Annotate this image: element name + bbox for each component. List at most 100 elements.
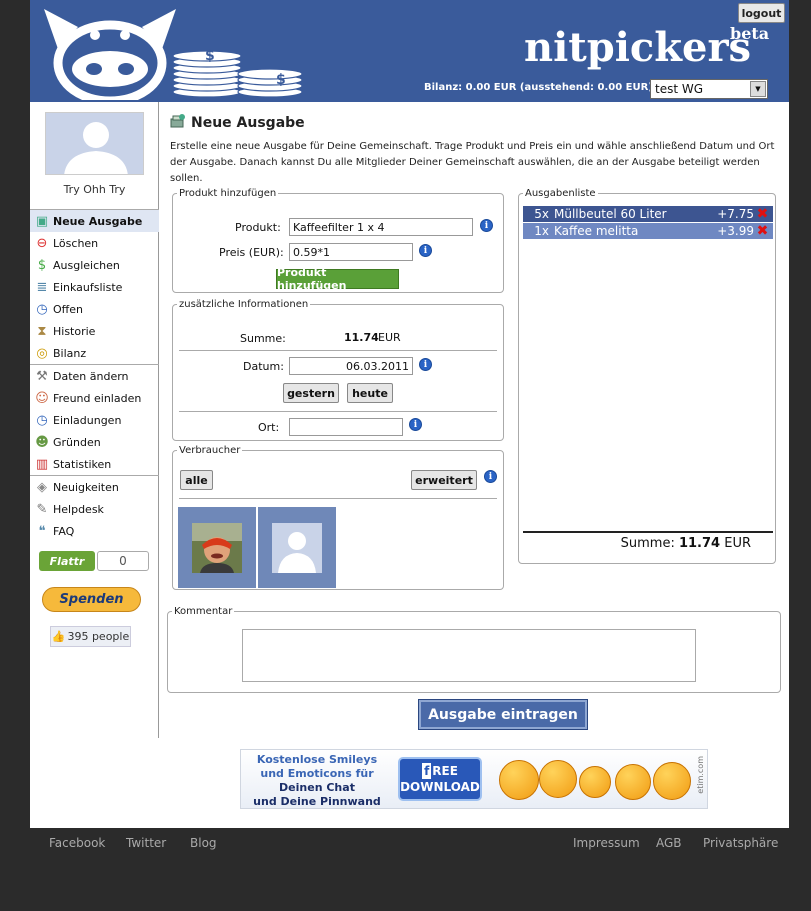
sidebar-item-einkaufsliste[interactable]: ≣ Einkaufsliste xyxy=(30,276,159,298)
banner-text: Kostenlose Smileys und Emoticons für Dei… xyxy=(247,753,387,808)
product-input[interactable]: Kaffeefilter 1 x 4 xyxy=(289,218,473,236)
price-label: Preis (EUR): xyxy=(219,246,284,259)
expense-row[interactable]: 5x Müllbeutel 60 Liter +7.75 ✖ xyxy=(523,206,773,222)
submit-expense-button[interactable]: Ausgabe eintragen xyxy=(418,699,588,730)
sidebar-item-label: Daten ändern xyxy=(53,369,129,383)
comment-legend: Kommentar xyxy=(174,606,233,617)
sidebar-item-statistiken[interactable]: ▥ Statistiken xyxy=(30,453,159,475)
sidebar-group: ◈ Neuigkeiten ✎ Helpdesk ❝ FAQ xyxy=(30,475,159,542)
sidebar-item-helpdesk[interactable]: ✎ Helpdesk xyxy=(30,498,159,520)
price-input[interactable]: 0.59*1 xyxy=(289,243,413,261)
smiley-ad-banner[interactable]: Kostenlose Smileys und Emoticons für Dei… xyxy=(240,749,708,809)
member-photo xyxy=(192,522,242,573)
sidebar-item-bilanz[interactable]: ◎ Bilanz xyxy=(30,342,159,364)
sum-value: 11.74 xyxy=(344,331,379,344)
expense-name: Müllbeutel 60 Liter xyxy=(554,207,667,221)
sidebar-item-label: Statistiken xyxy=(53,457,112,471)
wg-select[interactable]: test WG ▼ xyxy=(650,79,768,99)
yesterday-button[interactable]: gestern xyxy=(283,383,339,403)
username: Try Ohh Try xyxy=(63,183,126,196)
sidebar-item-freund-einladen[interactable]: ☺ Freund einladen xyxy=(30,387,159,409)
expense-amount: +3.99 xyxy=(717,224,754,238)
info-icon[interactable]: i xyxy=(419,244,432,257)
date-label: Datum: xyxy=(243,360,284,373)
date-input[interactable]: 06.03.2011 xyxy=(289,357,413,375)
comment-textarea[interactable] xyxy=(242,629,696,682)
info-icon[interactable]: i xyxy=(409,418,422,431)
banner-line: Deinen Chat xyxy=(279,781,355,794)
banner-line: Kostenlose Smileys xyxy=(256,753,378,766)
clock-icon: ◷ xyxy=(36,412,48,428)
info-icon[interactable]: i xyxy=(419,358,432,371)
sidebar: Try Ohh Try ▣ Neue Ausgabe ⊖ Löschen $ Ausgle… xyxy=(30,102,159,738)
facebook-like[interactable]: 👍 395 people xyxy=(50,626,131,647)
smiley-icon xyxy=(539,760,577,798)
smiley-icon xyxy=(653,762,691,800)
sidebar-item-daten-ändern[interactable]: ⚒ Daten ändern xyxy=(30,365,159,387)
footer-link-blog[interactable]: Blog xyxy=(190,836,217,850)
divider xyxy=(523,531,773,533)
sidebar-item-löschen[interactable]: ⊖ Löschen xyxy=(30,232,159,254)
banner-f: f xyxy=(422,763,432,779)
select-all-button[interactable]: alle xyxy=(180,470,213,490)
product-legend: Produkt hinzufügen xyxy=(179,188,277,199)
footer-link-facebook[interactable]: Facebook xyxy=(49,836,105,850)
expense-sum-value: 11.74 xyxy=(678,536,721,551)
sidebar-item-gründen[interactable]: ☻ Gründen xyxy=(30,431,159,453)
sidebar-item-label: Helpdesk xyxy=(53,502,104,516)
sidebar-item-neuigkeiten[interactable]: ◈ Neuigkeiten xyxy=(30,476,159,498)
info-icon[interactable]: i xyxy=(484,470,497,483)
divider xyxy=(179,411,497,412)
expense-list-sum: Summe: 11.74 EUR xyxy=(523,536,751,551)
wrench-icon: ⚒ xyxy=(36,368,48,384)
member-tile[interactable] xyxy=(178,507,256,588)
donate-button[interactable]: Spenden xyxy=(42,587,141,612)
avatar[interactable] xyxy=(45,112,144,175)
default-user-icon xyxy=(272,522,322,573)
sidebar-item-label: Bilanz xyxy=(53,346,87,360)
footer-link-impressum[interactable]: Impressum xyxy=(573,836,640,850)
beta-label: beta xyxy=(730,24,770,43)
member-tile[interactable] xyxy=(258,507,336,588)
sidebar-item-neue-ausgabe[interactable]: ▣ Neue Ausgabe xyxy=(30,210,159,232)
footer-link-agb[interactable]: AGB xyxy=(656,836,682,850)
thumbs-up-icon: 👍 xyxy=(51,630,66,643)
banner-free: REE xyxy=(432,764,458,778)
sidebar-item-label: Löschen xyxy=(53,236,99,250)
logout-button[interactable]: logout xyxy=(738,3,785,23)
sidebar-item-historie[interactable]: ⧗ Historie xyxy=(30,320,159,342)
info-icon[interactable]: i xyxy=(480,219,493,232)
flattr-button[interactable]: Flattr xyxy=(39,551,95,571)
chevron-down-icon[interactable]: ▼ xyxy=(750,81,766,97)
sidebar-item-einladungen[interactable]: ◷ Einladungen xyxy=(30,409,159,431)
sidebar-item-ausgleichen[interactable]: $ Ausgleichen xyxy=(30,254,159,276)
svg-text:$: $ xyxy=(205,48,215,64)
sidebar-item-label: Ausgleichen xyxy=(53,258,120,272)
extended-button[interactable]: erweitert xyxy=(411,470,477,490)
footer-link-privacy[interactable]: Privatsphäre xyxy=(703,836,778,850)
remove-icon[interactable]: ✖ xyxy=(756,223,769,239)
expense-sum-label: Summe: xyxy=(620,536,675,551)
sidebar-item-faq[interactable]: ❝ FAQ xyxy=(30,520,159,542)
info-legend: zusätzliche Informationen xyxy=(179,299,309,310)
expense-list-fieldset: Ausgabenliste 5x Müllbeutel 60 Liter +7.75… xyxy=(518,188,776,564)
sidebar-item-label: Einladungen xyxy=(53,413,122,427)
place-input[interactable] xyxy=(289,418,403,436)
divider xyxy=(179,350,497,351)
banner-line: und Deine Pinnwand xyxy=(253,795,381,808)
svg-text:$: $ xyxy=(276,72,286,88)
sidebar-item-label: Neuigkeiten xyxy=(53,480,119,494)
comment-fieldset: Kommentar xyxy=(167,606,781,693)
page: $ $ logout nitpickers beta Bilanz: 0.00 … xyxy=(30,0,789,828)
sidebar-item-offen[interactable]: ◷ Offen xyxy=(30,298,159,320)
product-fieldset: Produkt hinzufügen Produkt: Kaffeefilter… xyxy=(172,188,504,293)
today-button[interactable]: heute xyxy=(347,383,393,403)
remove-icon[interactable]: ✖ xyxy=(756,206,769,222)
footer-link-twitter[interactable]: Twitter xyxy=(126,836,166,850)
expense-row[interactable]: 1x Kaffee melitta +3.99 ✖ xyxy=(523,223,773,239)
sidebar-item-label: Einkaufsliste xyxy=(53,280,123,294)
add-product-button[interactable]: Produkt hinzufügen xyxy=(276,266,399,292)
free-download-button[interactable]: f REE DOWNLOAD xyxy=(398,757,482,801)
sidebar-item-label: FAQ xyxy=(53,524,75,538)
expense-amount: +7.75 xyxy=(717,207,754,221)
